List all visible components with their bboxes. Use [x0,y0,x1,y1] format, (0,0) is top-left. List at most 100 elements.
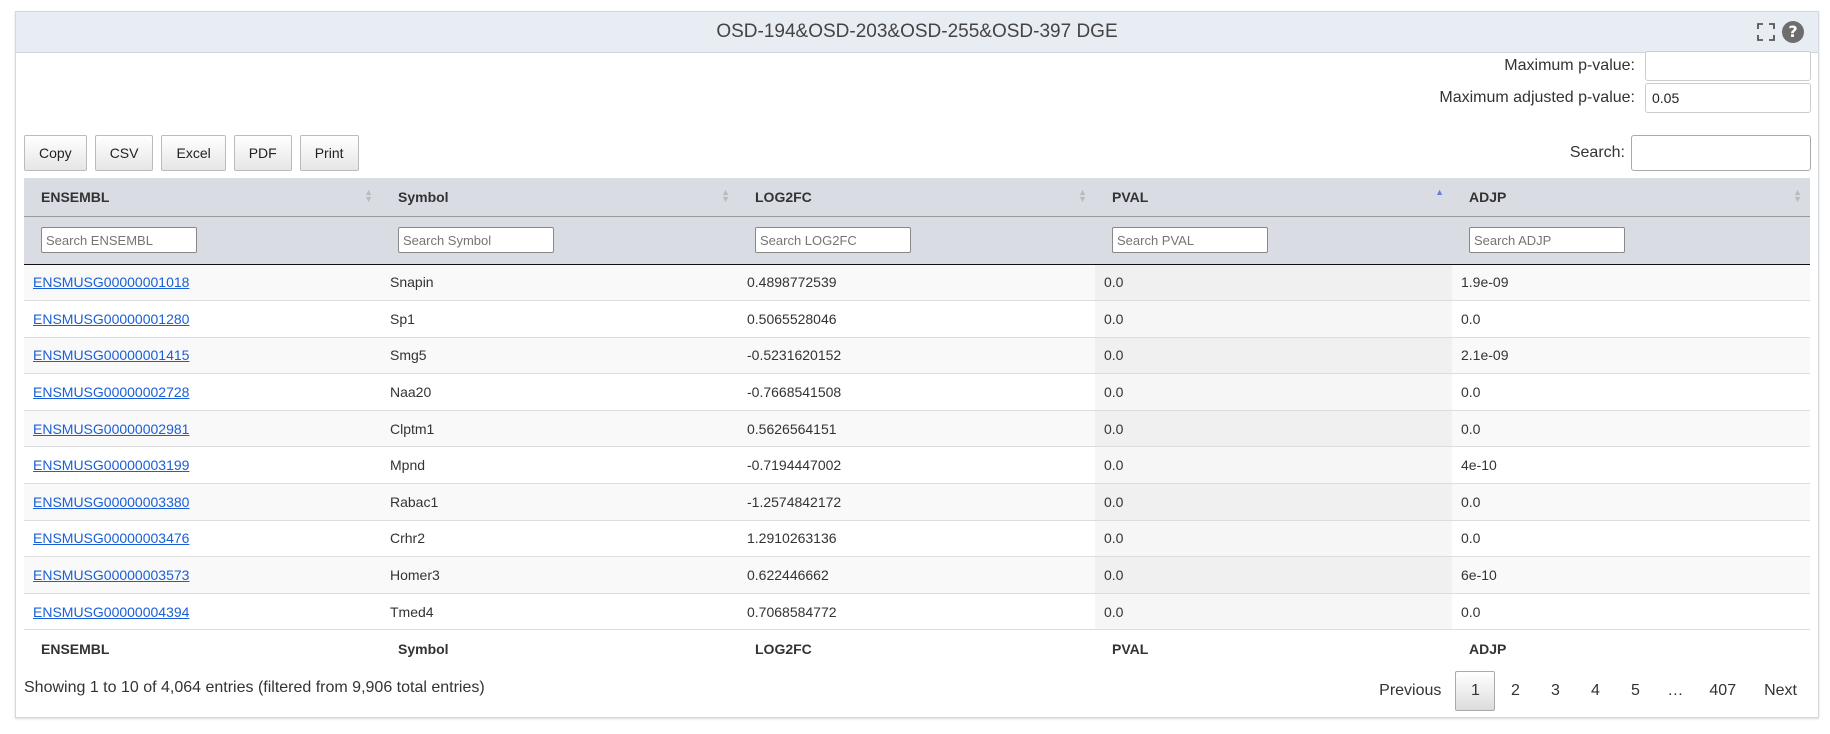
table-row: ENSMUSG00000002981 Clptm1 0.5626564151 0… [24,410,1810,448]
ensembl-link[interactable]: ENSMUSG00000003380 [33,494,189,510]
ensembl-link[interactable]: ENSMUSG00000003199 [33,457,189,473]
log2fc-cell: 0.7068584772 [738,593,1095,631]
excel-button[interactable]: Excel [161,135,226,171]
export-buttons: Copy CSV Excel PDF Print [24,135,359,171]
ensembl-link[interactable]: ENSMUSG00000003573 [33,567,189,583]
table-row: ENSMUSG00000003476 Crhr2 1.2910263136 0.… [24,520,1810,558]
header-row: ENSEMBL ▲ ▼ Symbol ▲ ▼ LOG2FC ▲ ▼ PVAL ▲ ADJP ▲ ▼ [24,178,1810,217]
pval-cell: 0.0 [1095,337,1452,375]
ensembl-link[interactable]: ENSMUSG00000002981 [33,421,189,437]
page-button-current[interactable]: 1 [1455,671,1496,711]
page-button[interactable]: 3 [1535,671,1575,711]
page-button[interactable]: 2 [1495,671,1535,711]
column-search-input[interactable] [755,227,911,253]
log2fc-cell: 0.5065528046 [738,300,1095,338]
footer-column-label: ENSEMBL [24,629,381,668]
symbol-cell: Rabac1 [381,483,738,521]
table-row: ENSMUSG00000004394 Tmed4 0.7068584772 0.… [24,593,1810,631]
pval-cell: 0.0 [1095,373,1452,411]
adjp-cell: 4e-10 [1452,446,1810,485]
pval-cell: 0.0 [1095,520,1452,558]
page-button[interactable]: 4 [1575,671,1615,711]
symbol-cell: Snapin [381,264,738,302]
column-header[interactable]: ENSEMBL ▲ ▼ [24,178,381,217]
pval-cell: 0.0 [1095,483,1452,521]
column-search-input[interactable] [1112,227,1268,253]
adjp-cell: 0.0 [1452,593,1810,631]
previous-page-button[interactable]: Previous [1365,671,1455,711]
table-row: ENSMUSG00000002728 Naa20 -0.7668541508 0… [24,373,1810,411]
symbol-cell: Homer3 [381,556,738,594]
table-row: ENSMUSG00000003199 Mpnd -0.7194447002 0.… [24,446,1810,485]
fullscreen-icon[interactable] [1756,22,1776,42]
max-pvalue-input[interactable] [1645,51,1811,81]
log2fc-cell: -0.7194447002 [738,446,1095,485]
symbol-cell: Smg5 [381,337,738,375]
dge-panel: OSD-194&OSD-203&OSD-255&OSD-397 DGE ? Ma… [15,11,1819,718]
symbol-cell: Clptm1 [381,410,738,448]
table-row: ENSMUSG00000001280 Sp1 0.5065528046 0.0 … [24,300,1810,338]
table-row: ENSMUSG00000001018 Snapin 0.4898772539 0… [24,264,1810,302]
pdf-button[interactable]: PDF [233,135,292,171]
column-search-input[interactable] [1469,227,1625,253]
global-search: Search: [1570,135,1811,171]
column-header[interactable]: LOG2FC ▲ ▼ [738,178,1095,217]
symbol-cell: Sp1 [381,300,738,338]
footer-column-label: Symbol [381,629,738,668]
dge-table: ENSEMBL ▲ ▼ Symbol ▲ ▼ LOG2FC ▲ ▼ PVAL ▲ ADJP ▲ ▼… [24,178,1810,668]
ensembl-link[interactable]: ENSMUSG00000004394 [33,604,189,620]
sort-asc-icon: ▲ [1435,187,1444,197]
column-search-row [24,216,1810,265]
pval-cell: 0.0 [1095,410,1452,448]
column-search-input[interactable] [41,227,197,253]
symbol-cell: Naa20 [381,373,738,411]
log2fc-cell: 0.622446662 [738,556,1095,594]
ensembl-link[interactable]: ENSMUSG00000002728 [33,384,189,400]
adjp-cell: 2.1e-09 [1452,337,1810,375]
pval-cell: 0.0 [1095,556,1452,594]
ensembl-link[interactable]: ENSMUSG00000003476 [33,530,189,546]
copy-button[interactable]: Copy [24,135,87,171]
column-header[interactable]: ADJP ▲ ▼ [1452,178,1810,217]
next-page-button[interactable]: Next [1750,671,1811,711]
symbol-cell: Mpnd [381,446,738,485]
log2fc-cell: 1.2910263136 [738,520,1095,558]
adjp-cell: 6e-10 [1452,556,1810,594]
column-header[interactable]: Symbol ▲ ▼ [381,178,738,217]
page-button[interactable]: 407 [1695,671,1750,711]
pval-cell: 0.0 [1095,300,1452,338]
help-icon[interactable]: ? [1782,21,1804,43]
adjp-cell: 0.0 [1452,410,1810,448]
sort-icon: ▲ ▼ [1793,187,1802,204]
page-ellipsis: … [1667,682,1684,699]
max-adjp-label: Maximum adjusted p-value: [1439,89,1635,106]
print-button[interactable]: Print [299,135,359,171]
adjp-cell: 1.9e-09 [1452,264,1810,302]
pagination: Previous 1 2 3 4 5 … 407 Next [1365,671,1811,711]
max-adjp-input[interactable] [1645,83,1811,113]
pval-cell: 0.0 [1095,264,1452,302]
adjp-cell: 0.0 [1452,483,1810,521]
sort-icon: ▲ ▼ [364,187,373,204]
panel-header: OSD-194&OSD-203&OSD-255&OSD-397 DGE ? [16,12,1818,53]
column-header[interactable]: PVAL ▲ [1095,178,1452,217]
adjp-cell: 0.0 [1452,300,1810,338]
pval-cell: 0.0 [1095,593,1452,631]
table-info: Showing 1 to 10 of 4,064 entries (filter… [24,679,485,696]
log2fc-cell: -1.2574842172 [738,483,1095,521]
search-input[interactable] [1631,135,1811,171]
footer-row: ENSEMBL Symbol LOG2FC PVAL ADJP [24,629,1810,668]
ensembl-link[interactable]: ENSMUSG00000001280 [33,311,189,327]
max-pvalue-filter: Maximum p-value: [1504,51,1811,81]
ensembl-link[interactable]: ENSMUSG00000001415 [33,347,189,363]
page-button[interactable]: 5 [1615,671,1655,711]
sort-icon: ▲ ▼ [1078,187,1087,204]
column-search-input[interactable] [398,227,554,253]
csv-button[interactable]: CSV [94,135,154,171]
adjp-cell: 0.0 [1452,520,1810,558]
search-label: Search: [1569,144,1625,161]
pval-cell: 0.0 [1095,446,1452,485]
max-adjp-filter: Maximum adjusted p-value: [1439,83,1811,113]
log2fc-cell: 0.5626564151 [738,410,1095,448]
ensembl-link[interactable]: ENSMUSG00000001018 [33,274,189,290]
